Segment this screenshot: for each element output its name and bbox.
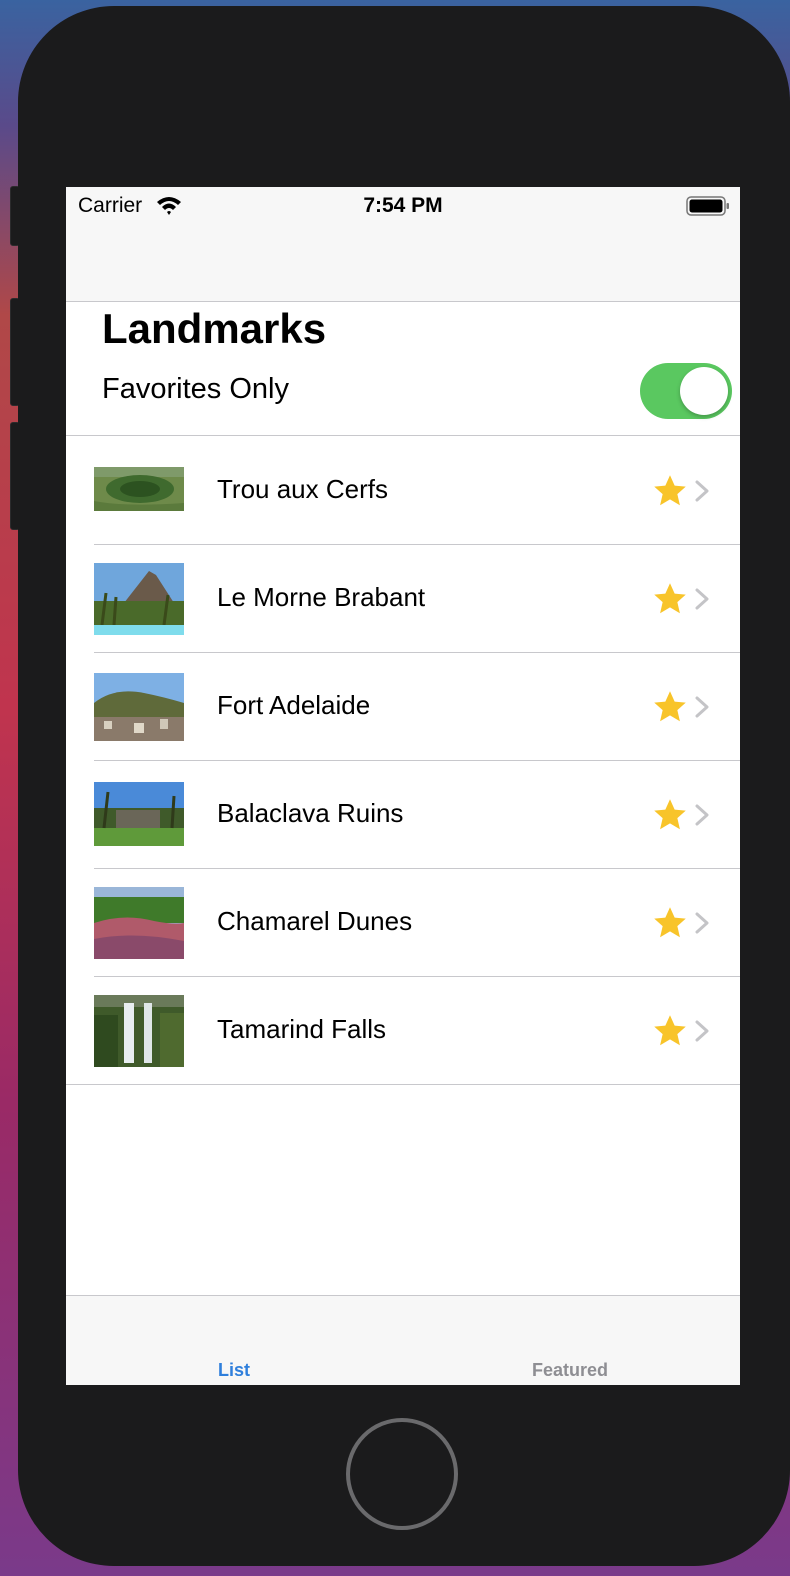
landmark-row-chamarel-dunes[interactable]: Chamarel Dunes (66, 869, 740, 977)
landmark-name: Trou aux Cerfs (217, 474, 388, 504)
landmark-thumbnail (94, 995, 184, 1067)
favorites-only-label: Favorites Only (102, 373, 289, 405)
page-title: Landmarks (102, 305, 327, 352)
landmark-name: Balaclava Ruins (217, 798, 404, 828)
tab-bar: List Featured (66, 1295, 740, 1385)
favorite-star-icon (654, 583, 686, 614)
landmark-name: Le Morne Brabant (217, 582, 426, 612)
status-time: 7:54 PM (363, 194, 443, 217)
toggle-knob[interactable] (680, 367, 728, 415)
landmark-name: Tamarind Falls (217, 1014, 387, 1044)
chevron-right-icon (695, 696, 709, 718)
chevron-right-icon (695, 1020, 709, 1042)
landmark-list: Trou aux Cerfs Le Morne Brabant Fort Ade… (66, 437, 740, 1085)
list-header: Landmarks Favorites Only (66, 303, 740, 436)
landmark-thumbnail (94, 887, 184, 959)
landmark-row-trou-aux-cerfs[interactable]: Trou aux Cerfs (66, 437, 740, 545)
favorite-star-icon (654, 907, 686, 938)
battery-full-icon (686, 196, 729, 216)
favorite-star-icon (654, 691, 686, 722)
landmark-thumbnail (94, 673, 184, 741)
landmark-thumbnail (94, 563, 184, 635)
landmark-row-le-morne-brabant[interactable]: Le Morne Brabant (66, 545, 740, 653)
landmark-name: Fort Adelaide (217, 690, 371, 720)
landmark-thumbnail (94, 467, 184, 511)
tab-list[interactable]: List (154, 1360, 314, 1381)
landmark-name: Chamarel Dunes (217, 906, 413, 936)
status-bar: Carrier 7:54 PM (66, 187, 740, 227)
landmark-row-balaclava-ruins[interactable]: Balaclava Ruins (66, 761, 740, 869)
chevron-right-icon (695, 912, 709, 934)
favorite-star-icon (654, 1015, 686, 1046)
app-screen: Carrier 7:54 PM Landmarks Favorites Only (66, 187, 740, 1385)
chevron-right-icon (695, 588, 709, 610)
home-button[interactable] (346, 1418, 458, 1530)
chevron-right-icon (695, 480, 709, 502)
chevron-right-icon (695, 804, 709, 826)
landmark-row-tamarind-falls[interactable]: Tamarind Falls (66, 977, 740, 1085)
favorite-star-icon (654, 475, 686, 506)
favorites-only-toggle[interactable] (640, 363, 732, 419)
tab-featured[interactable]: Featured (490, 1360, 650, 1381)
favorite-star-icon (654, 799, 686, 830)
navigation-bar (66, 227, 740, 302)
landmark-row-fort-adelaide[interactable]: Fort Adelaide (66, 653, 740, 761)
landmark-thumbnail (94, 782, 184, 846)
